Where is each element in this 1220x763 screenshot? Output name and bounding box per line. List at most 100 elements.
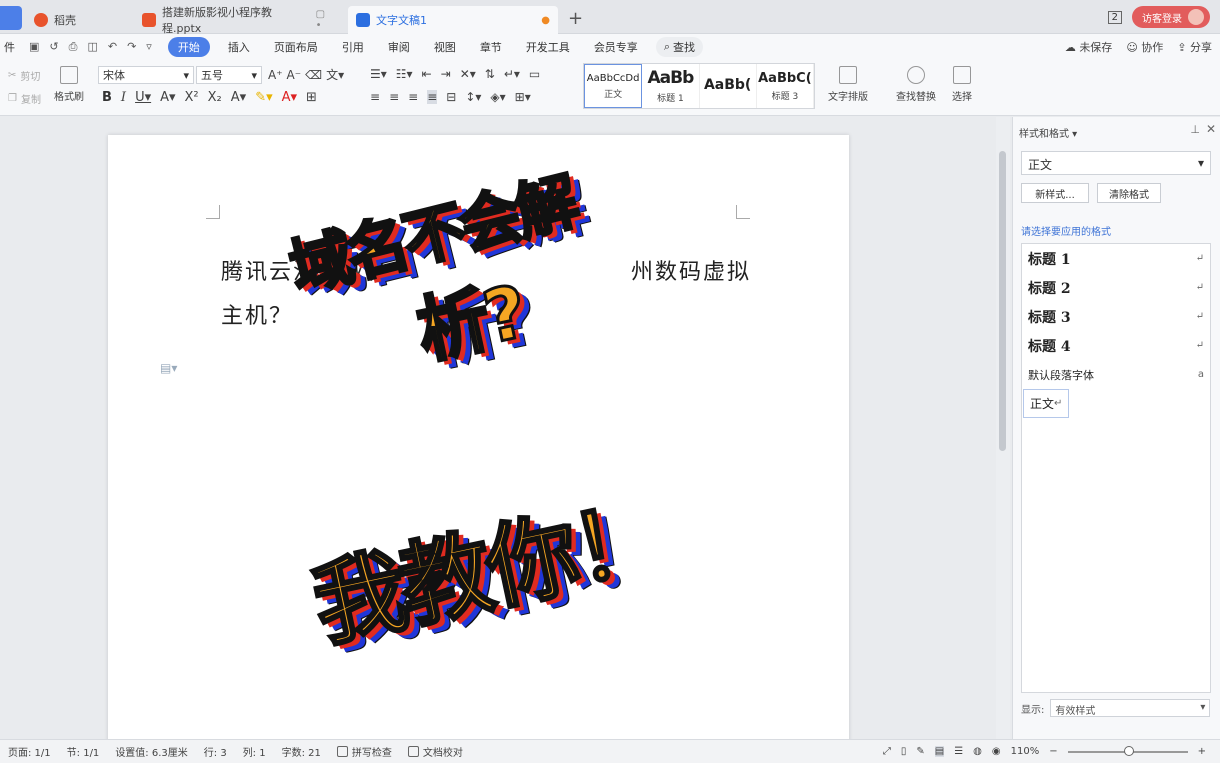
font-select[interactable]: 宋体 ▾ (98, 66, 194, 84)
search-box[interactable]: ⌕ 查找 (655, 37, 703, 57)
style-heading-1[interactable]: AaBb 标题 1 (642, 64, 700, 108)
preview-icon[interactable]: ◫ (87, 40, 97, 54)
shading-icon[interactable]: ◈▾ (490, 90, 505, 104)
clear-format-button[interactable]: 清除格式 (1097, 183, 1161, 203)
bold-button[interactable]: B (102, 90, 112, 105)
new-style-button[interactable]: 新样式... (1021, 183, 1089, 203)
sort-icon[interactable]: ⇅ (485, 67, 495, 81)
indent-icon[interactable]: ⇥ (441, 67, 451, 81)
pin-icon[interactable]: ⊥ (1190, 123, 1200, 136)
undo-icon[interactable]: ↶ (108, 40, 117, 54)
outdent-icon[interactable]: ⇤ (422, 67, 432, 81)
font-color-icon[interactable]: A▾ (282, 90, 297, 105)
scroll-thumb[interactable] (999, 151, 1006, 451)
menu-home[interactable]: 开始 (167, 37, 210, 57)
style-heading-3[interactable]: AaBbC( 标题 3 (757, 64, 814, 108)
tab-document[interactable]: 文字文稿1 ● (348, 6, 558, 34)
style-item-heading-4[interactable]: 标题 4 ↵ (1022, 331, 1210, 360)
spell-check-toggle[interactable]: 拼写检查 (329, 744, 400, 759)
phonetic-icon[interactable]: 文▾ (326, 66, 344, 83)
zoom-level[interactable]: 110% (1011, 746, 1040, 757)
page-view-icon[interactable]: ▤ (934, 746, 945, 757)
underline-button[interactable]: U▾ (135, 90, 151, 105)
zoom-slider[interactable] (1067, 745, 1188, 756)
show-marks-icon[interactable]: ↵▾ (504, 67, 520, 81)
new-tab-button[interactable]: + (568, 8, 583, 29)
menu-insert[interactable]: 插入 (216, 39, 262, 55)
select-button[interactable]: 选择 (952, 66, 972, 103)
status-words[interactable]: 字数: 21 (274, 744, 329, 759)
undo-history-icon[interactable]: ↺ (49, 40, 58, 54)
text-layout-button[interactable]: 文字排版 (828, 66, 868, 103)
home-tab[interactable] (0, 6, 22, 30)
web-view-icon[interactable]: ◍ (973, 746, 982, 757)
style-item-default-font[interactable]: 默认段落字体 a (1022, 360, 1210, 389)
paragraph-handle-icon[interactable]: ▤▾ (160, 361, 177, 375)
grow-font-icon[interactable]: A⁺ (268, 68, 283, 82)
shrink-font-icon[interactable]: A⁻ (287, 68, 302, 82)
show-select[interactable]: 有效样式 ▾ (1050, 699, 1211, 717)
menu-file[interactable]: 件 (0, 39, 19, 55)
zoom-knob[interactable] (1123, 745, 1134, 756)
unsaved-button[interactable]: ☁ 未保存 (1065, 39, 1113, 55)
style-normal[interactable]: AaBbCcDd 正文 (584, 64, 643, 108)
find-replace-button[interactable]: 查找替换 (896, 66, 936, 103)
align-left-icon[interactable]: ≡ (370, 90, 380, 104)
format-painter-button[interactable]: 格式刷 (54, 66, 84, 103)
style-item-normal[interactable]: 正文 ↵ (1023, 389, 1070, 418)
eye-protect-icon[interactable]: ◉ (992, 746, 1001, 757)
style-item-heading-1[interactable]: 标题 1 ↵ (1022, 244, 1210, 273)
login-button[interactable]: 访客登录 (1132, 6, 1210, 28)
read-mode-icon[interactable]: ▯ (901, 746, 907, 757)
menu-layout[interactable]: 页面布局 (262, 39, 330, 55)
subscript-button[interactable]: X₂ (208, 90, 222, 105)
style-heading-2[interactable]: AaBb( (700, 64, 757, 108)
text-effect-button[interactable]: A▾ (231, 90, 246, 105)
borders-icon[interactable]: ⊞▾ (515, 90, 531, 104)
current-style-select[interactable]: 正文 ▾ (1021, 151, 1211, 175)
tab-count-badge[interactable]: 2 (1107, 10, 1122, 24)
clear-format-icon[interactable]: ⌫ (305, 68, 322, 82)
vertical-scrollbar[interactable] (996, 117, 1010, 739)
document-page[interactable]: 腾讯云注册域名 州数码虚拟 主机？ ▤▾ 域名不会解 析? 我教你！ (108, 135, 849, 755)
tab-close-icon[interactable]: ▢ • (316, 9, 334, 31)
line-spacing-icon[interactable]: ↕▾ (465, 90, 481, 104)
menu-chapter[interactable]: 章节 (468, 39, 514, 55)
status-page[interactable]: 页面: 1/1 (0, 744, 59, 759)
numbering-icon[interactable]: ☷▾ (396, 67, 413, 81)
menu-vip[interactable]: 会员专享 (582, 39, 650, 55)
highlight-icon[interactable]: ✎▾ (255, 90, 272, 105)
distributed-icon[interactable]: ⊟ (446, 90, 456, 104)
menu-view[interactable]: 视图 (422, 39, 468, 55)
redo-icon[interactable]: ↷ (127, 40, 136, 54)
tab-pptx[interactable]: 搭建新版影视小程序教程.pptx ▢ • (134, 6, 342, 35)
menu-review[interactable]: 审阅 (376, 39, 422, 55)
align-right-icon[interactable]: ≡ (408, 90, 418, 104)
proofread-button[interactable]: 文档校对 (400, 744, 471, 759)
close-icon[interactable]: ✕ (1206, 122, 1216, 136)
print-icon[interactable]: ⎙ (69, 40, 78, 54)
cut-button[interactable]: ✂ 剪切 (8, 68, 40, 83)
chinese-layout-icon[interactable]: ✕▾ (460, 67, 476, 81)
edit-mode-icon[interactable]: ✎ (916, 746, 924, 757)
tab-daoke[interactable]: 稻壳 (26, 6, 128, 34)
fullscreen-icon[interactable]: ⤢ (883, 746, 891, 757)
style-item-heading-3[interactable]: 标题 3 ↵ (1022, 302, 1210, 331)
superscript-button[interactable]: X² (185, 90, 199, 105)
strikethrough-button[interactable]: A▾ (160, 90, 175, 105)
italic-button[interactable]: I (121, 90, 126, 105)
menu-references[interactable]: 引用 (330, 39, 376, 55)
outline-view-icon[interactable]: ☰ (954, 746, 963, 757)
bullets-icon[interactable]: ☰▾ (370, 67, 387, 81)
zoom-in-icon[interactable]: + (1198, 746, 1206, 757)
chevron-down-icon[interactable]: ▿ (146, 40, 152, 54)
justify-icon[interactable]: ≡ (427, 90, 438, 104)
char-border-icon[interactable]: ⊞ (306, 90, 317, 105)
font-size-select[interactable]: 五号 ▾ (196, 66, 262, 84)
table-icon[interactable]: ▭ (529, 67, 540, 81)
copy-button[interactable]: ❐ 复制 (8, 91, 41, 106)
menu-developer[interactable]: 开发工具 (514, 39, 582, 55)
align-center-icon[interactable]: ≡ (389, 90, 399, 104)
collaborate-button[interactable]: ☺ 协作 (1126, 39, 1163, 55)
style-item-heading-2[interactable]: 标题 2 ↵ (1022, 273, 1210, 302)
